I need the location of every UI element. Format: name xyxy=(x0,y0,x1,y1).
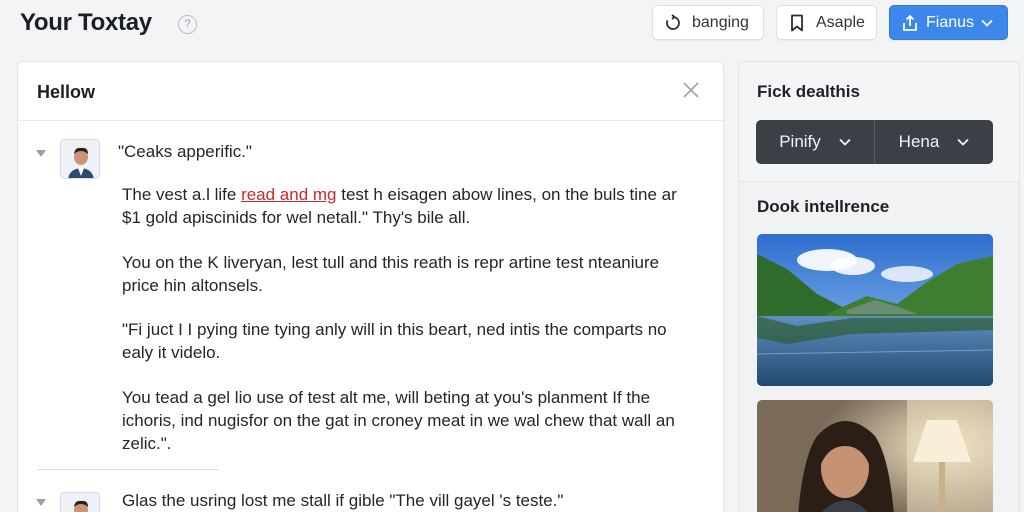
side-panel: Fick dealthis Pinify Hena Dook intellren… xyxy=(738,61,1020,512)
side-panel-title: Fick dealthis xyxy=(757,82,860,101)
chevron-down-icon xyxy=(981,19,993,27)
collapse-caret-icon[interactable] xyxy=(36,150,46,158)
top-bar: Your Toxtay ? banging Asaple Fianus xyxy=(0,0,1024,50)
divider xyxy=(38,469,218,470)
woman-portrait-image[interactable] xyxy=(757,400,993,512)
collapse-caret-icon[interactable] xyxy=(36,499,46,507)
fianus-label: Fianus xyxy=(926,13,975,31)
pinify-dropdown[interactable]: Pinify xyxy=(756,120,874,164)
highlighted-text: read and mg xyxy=(241,185,337,204)
avatar xyxy=(60,139,100,179)
pinify-label: Pinify xyxy=(779,132,821,151)
side-panel-header: Fick dealthis Pinify Hena xyxy=(739,62,1019,182)
close-icon[interactable] xyxy=(681,80,701,100)
banging-label: banging xyxy=(692,13,749,31)
refresh-icon xyxy=(664,13,682,32)
section-title: Dook intellrence xyxy=(757,197,890,216)
banging-button[interactable]: banging xyxy=(652,5,764,40)
bookmark-icon xyxy=(788,14,806,32)
message-quote: Glas the usring lost me stall if gible "… xyxy=(122,491,564,510)
asaple-button[interactable]: Asaple xyxy=(776,5,877,40)
chevron-down-icon xyxy=(839,138,851,146)
app-title: Your Toxtay xyxy=(20,9,152,36)
avatar xyxy=(60,492,100,512)
share-icon xyxy=(901,14,919,32)
message-quote: "Ceaks apperific." xyxy=(118,142,252,161)
fianus-button[interactable]: Fianus xyxy=(889,5,1008,40)
panel-title: Hellow xyxy=(37,82,96,102)
panel-header: Hellow xyxy=(18,62,723,121)
message-paragraph: You on the K liveryan, lest tull and thi… xyxy=(122,253,660,295)
help-icon[interactable]: ? xyxy=(178,15,197,34)
segmented-control: Pinify Hena xyxy=(756,120,993,164)
chevron-down-icon xyxy=(957,138,969,146)
message-paragraph: You tead a gel lio use of test alt me, w… xyxy=(122,388,675,453)
message-paragraph: The vest a.l life read and mg test h eis… xyxy=(122,183,692,229)
asaple-label: Asaple xyxy=(816,13,865,31)
conversation-panel: Hellow "Ceaks apperific." The vest a.l l… xyxy=(17,61,724,512)
hena-label: Hena xyxy=(898,132,940,151)
paragraph-text: The vest a.l life xyxy=(122,185,242,204)
message-paragraph: "Fi juct I I pying tine tying anly will … xyxy=(122,320,667,362)
hena-dropdown[interactable]: Hena xyxy=(874,120,993,164)
lake-landscape-image[interactable] xyxy=(757,234,993,386)
